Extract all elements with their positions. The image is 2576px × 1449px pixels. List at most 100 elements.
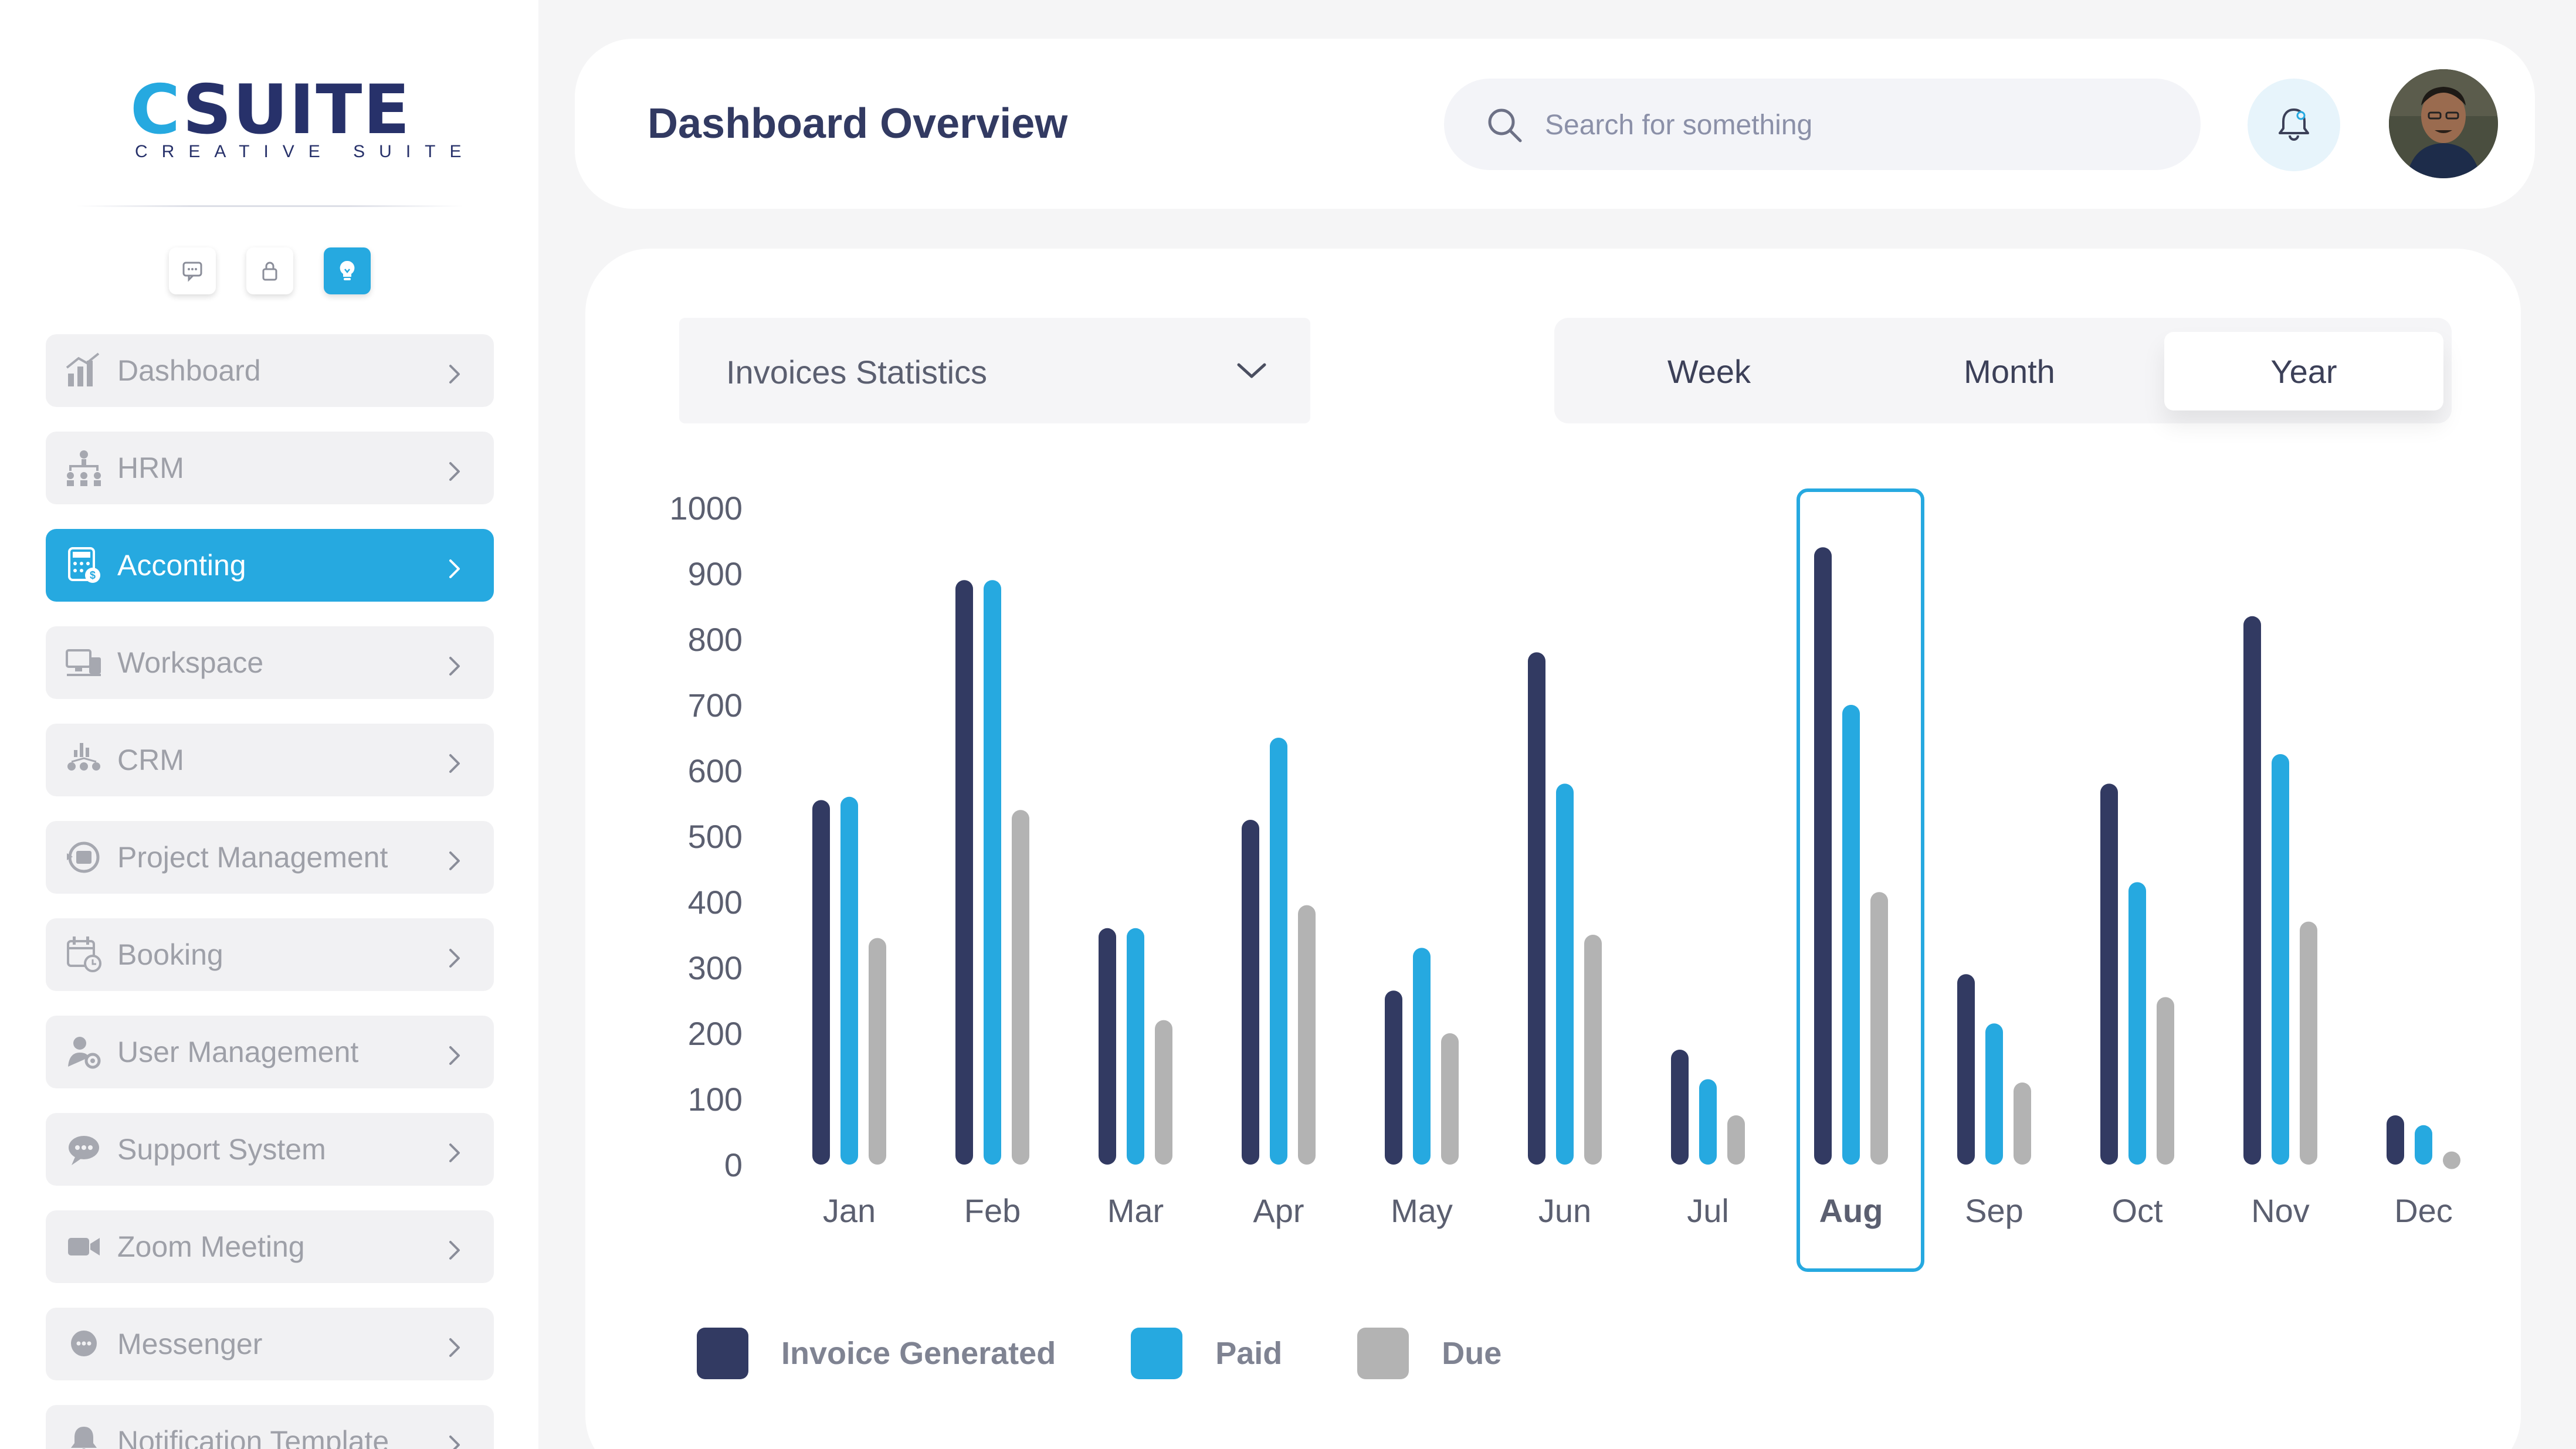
search-box[interactable] [1444,79,2201,170]
sidebar-item-notification-template[interactable]: Notification Template [46,1405,494,1449]
bar-invoice-generated-oct[interactable] [2100,783,2118,1165]
sidebar-item-label: Messenger [117,1328,263,1360]
bar-due-dec[interactable] [2443,1151,2460,1169]
bar-invoice-generated-nov[interactable] [2243,616,2261,1165]
user-avatar[interactable] [2389,69,2498,178]
chevron-right-icon [446,456,463,481]
chevron-right-icon [446,651,463,676]
bar-paid-apr[interactable] [1270,738,1287,1165]
bar-paid-oct[interactable] [2128,882,2146,1165]
lock-icon[interactable] [246,247,293,294]
x-tick-label: Aug [1819,1192,1883,1229]
sidebar-item-acconting[interactable]: $ Acconting [46,529,494,602]
sidebar-item-workspace[interactable]: Workspace [46,626,494,699]
bar-due-may[interactable] [1441,1033,1459,1165]
x-tick-label: Mar [1107,1192,1164,1229]
bar-paid-dec[interactable] [2415,1125,2432,1165]
invoice-statistics-card: Invoices Statistics Week Month Year 0 100… [585,249,2521,1449]
chevron-right-icon [446,1430,463,1449]
bar-invoice-generated-jun[interactable] [1528,652,1545,1165]
calculator-icon: $ [63,545,104,586]
sidebar-item-label: Booking [117,938,223,971]
x-tick-label: Feb [964,1192,1021,1229]
bar-invoice-generated-jan[interactable] [812,800,830,1165]
bar-paid-sep[interactable] [1985,1023,2003,1165]
bar-due-sep[interactable] [2014,1082,2031,1165]
bar-paid-jun[interactable] [1556,783,1574,1165]
notification-button[interactable] [2248,79,2340,171]
sidebar-item-support-system[interactable]: Support System [46,1113,494,1186]
y-tick-label: 200 [688,1015,743,1052]
bar-paid-may[interactable] [1413,948,1431,1165]
calendar-icon [63,934,104,975]
sidebar-item-label: Project Management [117,841,388,874]
sidebar-item-messenger[interactable]: Messenger [46,1308,494,1380]
legend-swatch-invoice-generated [697,1328,748,1379]
legend-label-invoice-generated: Invoice Generated [781,1336,1056,1371]
bell-icon [63,1421,104,1449]
message-bubble-icon [63,1324,104,1365]
user-gear-icon [63,1031,104,1073]
bar-due-apr[interactable] [1298,905,1316,1165]
logo-wordmark: CSUITE [130,70,411,150]
chevron-right-icon [446,943,463,968]
y-tick-label: 900 [688,555,743,592]
bar-invoice-generated-aug[interactable] [1814,547,1832,1165]
bar-invoice-generated-mar[interactable] [1099,928,1116,1165]
bar-invoice-generated-apr[interactable] [1242,820,1259,1165]
bar-due-mar[interactable] [1155,1020,1172,1165]
bar-paid-aug[interactable] [1842,705,1860,1165]
bar-due-nov[interactable] [2300,921,2317,1165]
bar-invoice-generated-may[interactable] [1385,990,1402,1165]
bar-invoice-generated-dec[interactable] [2387,1115,2404,1165]
sidebar-item-hrm[interactable]: HRM [46,432,494,504]
y-tick-label: 500 [688,818,743,855]
bar-invoice-generated-sep[interactable] [1957,974,1975,1165]
x-tick-label: Apr [1253,1192,1304,1229]
bar-invoice-generated-feb[interactable] [955,580,973,1165]
bar-due-jun[interactable] [1584,935,1602,1165]
bar-due-jan[interactable] [869,938,886,1165]
sidebar-item-zoom-meeting[interactable]: Zoom Meeting [46,1210,494,1283]
y-tick-label: 0 [724,1146,743,1183]
sidebar-item-label: HRM [117,452,184,484]
bar-due-jul[interactable] [1727,1115,1745,1165]
sidebar-item-label: Workspace [117,646,264,679]
bar-chart-icon [63,350,104,391]
sidebar-item-booking[interactable]: Booking [46,918,494,991]
sidebar-item-label: CRM [117,744,184,776]
legend-item-paid: Paid [1131,1328,1282,1379]
y-tick-label: 100 [688,1081,743,1118]
y-tick-label: 300 [688,949,743,986]
sidebar-item-user-management[interactable]: User Management [46,1016,494,1088]
lightbulb-icon[interactable] [324,247,371,294]
chevron-right-icon [446,359,463,384]
bar-paid-jan[interactable] [840,796,858,1165]
project-icon [63,837,104,878]
bar-paid-mar[interactable] [1127,928,1144,1165]
sidebar-item-label: Notification Template [117,1425,389,1449]
bar-paid-nov[interactable] [2272,754,2289,1165]
bar-due-aug[interactable] [1870,892,1888,1165]
search-input[interactable] [1544,101,2168,149]
chat-icon[interactable] [169,247,216,294]
x-tick-label: Sep [1965,1192,2023,1229]
sidebar-item-crm[interactable]: CRM [46,724,494,796]
org-chart-icon [63,447,104,488]
bar-due-feb[interactable] [1012,810,1029,1165]
sidebar-item-project-management[interactable]: Project Management [46,821,494,894]
logo[interactable]: CSUITE CREATIVE SUITE [123,76,461,164]
bar-invoice-generated-jul[interactable] [1671,1050,1689,1165]
legend-swatch-due [1357,1328,1409,1379]
chevron-right-icon [446,1040,463,1065]
x-tick-label: Jan [823,1192,876,1229]
sidebar-item-label: Dashboard [117,354,261,387]
bar-due-oct[interactable] [2157,997,2174,1165]
bar-paid-feb[interactable] [984,580,1001,1165]
sidebar-item-dashboard[interactable]: Dashboard [46,334,494,407]
search-icon [1488,108,1522,142]
svg-text:$: $ [90,569,96,581]
bar-paid-jul[interactable] [1699,1079,1717,1165]
quick-icon-bar [169,247,371,294]
y-tick-label: 600 [688,752,743,789]
